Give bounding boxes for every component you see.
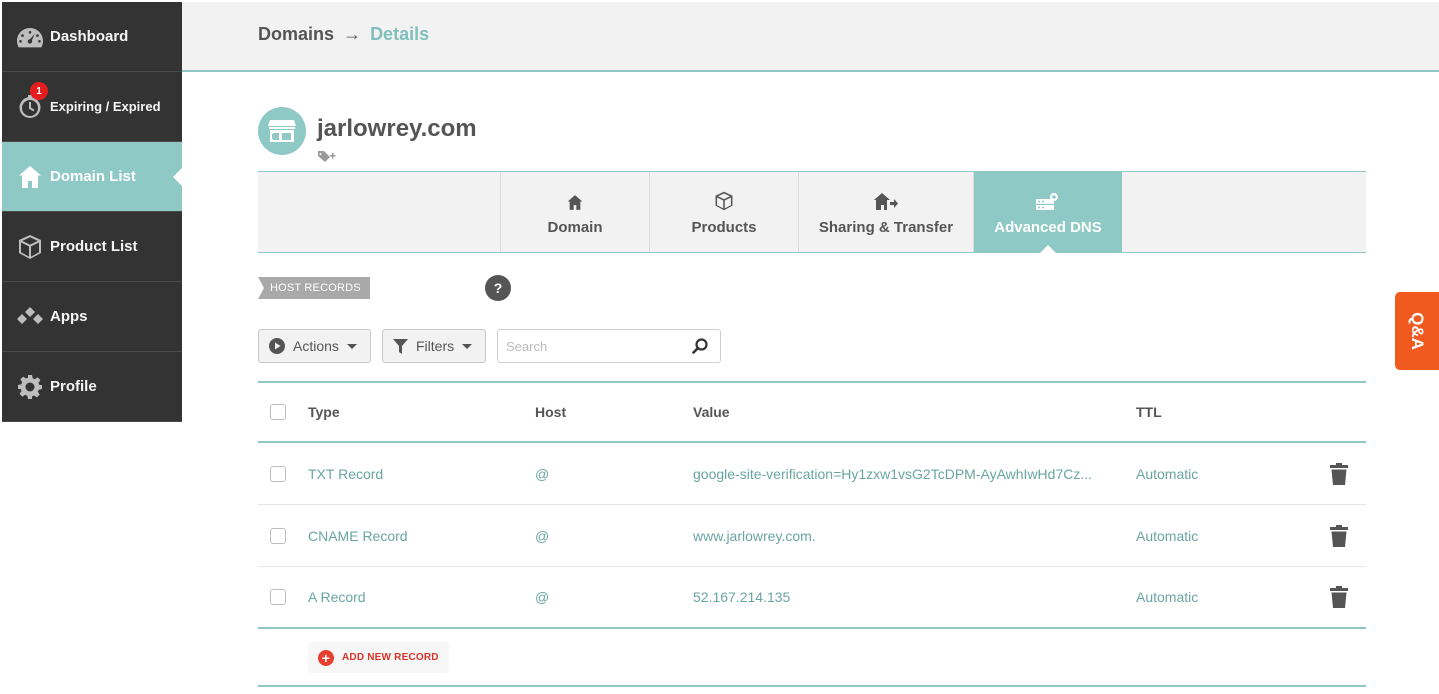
search-box xyxy=(497,329,721,363)
search-input[interactable] xyxy=(498,330,678,362)
host-records-label: HOST RECORDS xyxy=(258,277,370,299)
chevron-down-icon xyxy=(462,343,473,349)
qa-feedback-tab[interactable]: Q&A xyxy=(1395,292,1439,370)
add-new-record-label: ADD NEW RECORD xyxy=(342,652,439,663)
record-host[interactable]: @ xyxy=(535,466,549,482)
play-circle-icon xyxy=(269,338,285,354)
filters-label: Filters xyxy=(416,338,455,354)
record-ttl[interactable]: Automatic xyxy=(1136,589,1198,605)
table-row[interactable]: A Record @ 52.167.214.135 Automatic xyxy=(258,567,1366,629)
tab-label: Sharing & Transfer xyxy=(818,218,954,236)
row-checkbox[interactable] xyxy=(270,589,286,605)
record-type[interactable]: TXT Record xyxy=(308,466,383,482)
sidebar-item-label: Apps xyxy=(50,308,88,325)
trash-icon[interactable] xyxy=(1330,524,1348,550)
tab-domain[interactable]: Domain xyxy=(500,172,649,252)
table-row[interactable]: CNAME Record @ www.jarlowrey.com. Automa… xyxy=(258,505,1366,567)
tab-label: Products xyxy=(691,218,757,236)
domain-name-title: jarlowrey.com xyxy=(317,115,477,142)
funnel-icon xyxy=(393,338,408,354)
column-header-type: Type xyxy=(308,404,340,420)
record-type[interactable]: CNAME Record xyxy=(308,528,408,544)
sidebar-item-label: Dashboard xyxy=(50,28,129,45)
top-bar: Domains → Details xyxy=(182,2,1439,72)
breadcrumb-domains-link[interactable]: Domains xyxy=(258,24,334,44)
expiring-count-badge: 1 xyxy=(30,82,48,100)
record-value[interactable]: google-site-verification=Hy1zxw1vsG2TcDP… xyxy=(693,466,1113,482)
sidebar-item-dashboard[interactable]: Dashboard xyxy=(2,2,182,72)
tab-sharing-transfer[interactable]: Sharing & Transfer xyxy=(798,172,973,252)
filters-button[interactable]: Filters xyxy=(382,329,486,363)
sidebar-item-domain-list[interactable]: Domain List xyxy=(2,142,182,212)
sidebar-item-label: Profile xyxy=(50,378,97,395)
add-new-record-button[interactable]: + ADD NEW RECORD xyxy=(308,642,449,673)
sidebar-item-expiring[interactable]: 1 Expiring / Expired xyxy=(2,72,182,142)
sidebar-item-product-list[interactable]: Product List xyxy=(2,212,182,282)
trash-icon[interactable] xyxy=(1330,586,1348,611)
breadcrumb-current: Details xyxy=(370,24,430,44)
chevron-down-icon xyxy=(346,343,357,349)
plus-circle-icon: + xyxy=(318,649,334,666)
record-value[interactable]: 52.167.214.135 xyxy=(693,589,1113,605)
table-row[interactable]: TXT Record @ google-site-verification=Hy… xyxy=(258,443,1366,505)
record-type[interactable]: A Record xyxy=(308,589,366,605)
gauge-icon xyxy=(15,22,45,52)
trash-icon[interactable] xyxy=(1330,462,1348,488)
record-host[interactable]: @ xyxy=(535,589,549,605)
actions-label: Actions xyxy=(293,338,339,354)
column-header-value: Value xyxy=(693,404,730,420)
record-host[interactable]: @ xyxy=(535,528,549,544)
help-icon[interactable]: ? xyxy=(485,275,511,301)
sidebar-item-label: Expiring / Expired xyxy=(50,99,161,114)
tab-label: Domain xyxy=(547,218,603,236)
record-value[interactable]: www.jarlowrey.com. xyxy=(693,528,1113,544)
breadcrumb-separator: → xyxy=(343,24,362,44)
actions-button[interactable]: Actions xyxy=(258,329,371,363)
breadcrumb: Domains → Details xyxy=(258,24,429,45)
house-arrow-icon xyxy=(874,189,898,211)
add-tag-icon[interactable] xyxy=(318,150,336,165)
select-all-checkbox[interactable] xyxy=(270,404,286,420)
host-records-table: Type Host Value TTL TXT Record @ google-… xyxy=(258,381,1366,687)
tab-advanced-dns[interactable]: Advanced DNS xyxy=(973,172,1122,253)
column-header-ttl: TTL xyxy=(1136,404,1162,420)
gear-icon xyxy=(15,372,45,402)
apps-icon xyxy=(15,302,45,332)
row-checkbox[interactable] xyxy=(270,465,286,482)
sidebar-item-label: Domain List xyxy=(50,168,136,185)
column-header-host: Host xyxy=(535,404,567,420)
add-record-row: + ADD NEW RECORD xyxy=(258,629,1366,687)
qa-label: Q&A xyxy=(1408,312,1427,350)
tab-products[interactable]: Products xyxy=(649,172,798,252)
box-icon xyxy=(714,189,734,211)
sidebar-item-label: Product List xyxy=(50,238,138,255)
sidebar-item-profile[interactable]: Profile xyxy=(2,352,182,422)
home-icon xyxy=(567,189,583,211)
search-icon[interactable] xyxy=(692,338,708,359)
record-ttl[interactable]: Automatic xyxy=(1136,466,1198,482)
row-checkbox[interactable] xyxy=(270,527,286,544)
storefront-icon xyxy=(258,107,306,155)
sidebar-item-apps[interactable]: Apps xyxy=(2,282,182,352)
record-ttl[interactable]: Automatic xyxy=(1136,528,1198,544)
table-header: Type Host Value TTL xyxy=(258,383,1366,443)
server-gear-icon xyxy=(1036,189,1060,211)
tab-label: Advanced DNS xyxy=(994,218,1102,236)
home-icon xyxy=(15,162,45,192)
sidebar: Dashboard 1 Expiring / Expired Domain Li… xyxy=(2,2,182,422)
domain-tabs: Domain Products Sharing & Transfer Advan… xyxy=(258,171,1366,253)
box-icon xyxy=(15,232,45,262)
